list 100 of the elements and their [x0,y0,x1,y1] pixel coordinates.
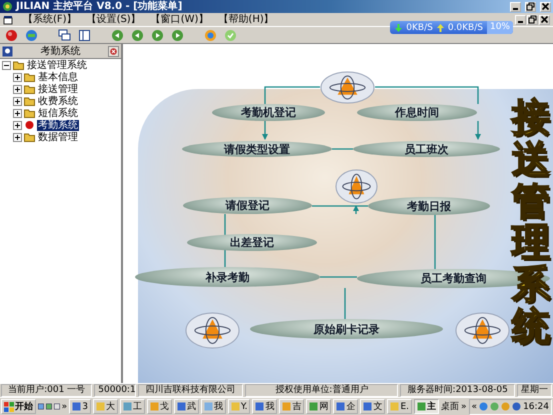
window-icon [336,402,346,411]
check-icon [224,28,237,42]
expand-icon[interactable] [13,108,22,118]
status-field: 星期一 [517,384,552,397]
atom-icon [320,71,375,104]
last-button[interactable] [170,28,185,42]
tree-item[interactable]: 基本信息 [37,72,79,82]
upload-speed: 0.0KB/S [448,22,483,32]
folder-icon [24,96,35,106]
upload-arrow-icon [436,24,444,32]
window-icon [176,402,186,411]
browser-icon[interactable] [38,401,44,412]
window-icon [96,402,105,411]
windows-button[interactable] [57,28,72,42]
expand-icon[interactable] [13,120,22,130]
task-button[interactable]: 戈 [146,399,172,414]
menu-item[interactable]: 【帮助(H)】 [218,14,274,26]
window-icon [390,402,400,411]
menu-item[interactable]: 【窗口(W)】 [150,14,208,26]
exit-icon [5,28,18,42]
connector-line [344,288,346,319]
atom-icon [455,312,510,349]
last-icon [171,28,184,42]
previous-button[interactable] [130,28,145,42]
tree-item[interactable]: 短信系统 [37,108,79,118]
windows-icon [58,28,71,42]
task-button[interactable]: 3 [69,399,91,414]
next-icon [151,28,164,42]
tree-item[interactable]: 考勤系统 [37,120,79,130]
desktop-label[interactable]: 桌面 [441,400,460,413]
task-button[interactable]: 文 [360,399,386,414]
task-button[interactable]: E. [387,399,412,414]
connector-line [312,205,368,207]
status-field: 授权使用单位:普通用户 [245,384,398,397]
exit-button[interactable] [4,28,19,42]
next-button[interactable] [150,28,165,42]
tree-item[interactable]: 接送管理系统 [26,60,88,70]
status-field: 服务器时间:2013-08-05 [400,384,515,397]
task-button[interactable]: 企 [333,399,358,414]
task-button[interactable]: 网 [306,399,332,414]
panel-icon [2,46,13,56]
arrow-connector [262,121,268,140]
collapse-icon[interactable] [2,60,11,70]
window-icon [363,402,372,411]
connector-line [332,148,353,150]
task-button[interactable]: 工 [120,399,145,414]
menu-item[interactable]: 【设置(S)】 [86,14,141,26]
desktop-icon[interactable] [54,401,60,412]
windows-logo-icon [4,402,14,412]
tray-toggle[interactable]: « [472,402,478,412]
minimize-button[interactable] [515,14,526,24]
download-speed: 0KB/S [406,22,433,32]
first-button[interactable] [110,28,125,42]
task-button[interactable]: 武 [174,399,199,414]
panel-button[interactable] [77,28,92,42]
close-icon [541,2,550,11]
restore-button[interactable] [525,2,536,12]
tree-item[interactable]: 收费系统 [37,96,79,106]
task-button[interactable]: Y. [228,399,250,414]
task-button[interactable]: 我 [252,399,278,414]
status-field: 50000:1 [94,384,136,397]
atom-icon [335,169,378,204]
expand-icon[interactable] [13,96,22,106]
tree-item[interactable]: 接送管理 [37,84,79,94]
status-field: 四川吉联科技有限公司 [138,384,244,397]
window-icon [72,402,82,411]
window-title: JILIAN 主控平台 V8.0 - [功能菜单] [16,0,182,12]
clock: 16:24 [523,402,549,412]
status-field: 当前用户:001 一号 [1,384,92,397]
expand-icon[interactable] [13,132,22,142]
window-icon [230,402,240,411]
start-button[interactable]: 开始 [1,399,36,414]
expand-icon[interactable] [13,72,22,82]
more-chevron[interactable]: » [62,402,68,412]
first-icon [111,28,124,42]
window-icon [282,402,292,411]
close-button[interactable] [539,14,550,24]
task-button[interactable]: 主 [414,399,440,414]
network-icon[interactable] [46,401,52,412]
tree-item[interactable]: 数据管理 [37,132,79,142]
task-button[interactable]: 我 [200,399,226,414]
window-icon [255,402,264,411]
expand-icon[interactable] [13,84,22,94]
check-button[interactable] [223,28,238,42]
minimize-button[interactable] [510,2,521,12]
restore-button[interactable] [527,14,538,24]
more-chevron[interactable]: » [461,402,467,412]
download-arrow-icon [395,24,402,32]
task-button[interactable]: 大 [92,399,118,414]
window-icon [204,402,213,411]
close-button[interactable] [540,2,551,12]
folder-icon [24,84,35,94]
task-button[interactable]: 吉 [279,399,304,414]
window-icon [417,402,426,411]
connector-line [320,276,357,278]
menu-item[interactable]: 【系统(F)】 [23,14,77,26]
panel-title: 考勤系统 [40,44,82,58]
app-icon [2,1,13,12]
atom-icon [185,312,240,349]
window-icon [309,402,318,411]
